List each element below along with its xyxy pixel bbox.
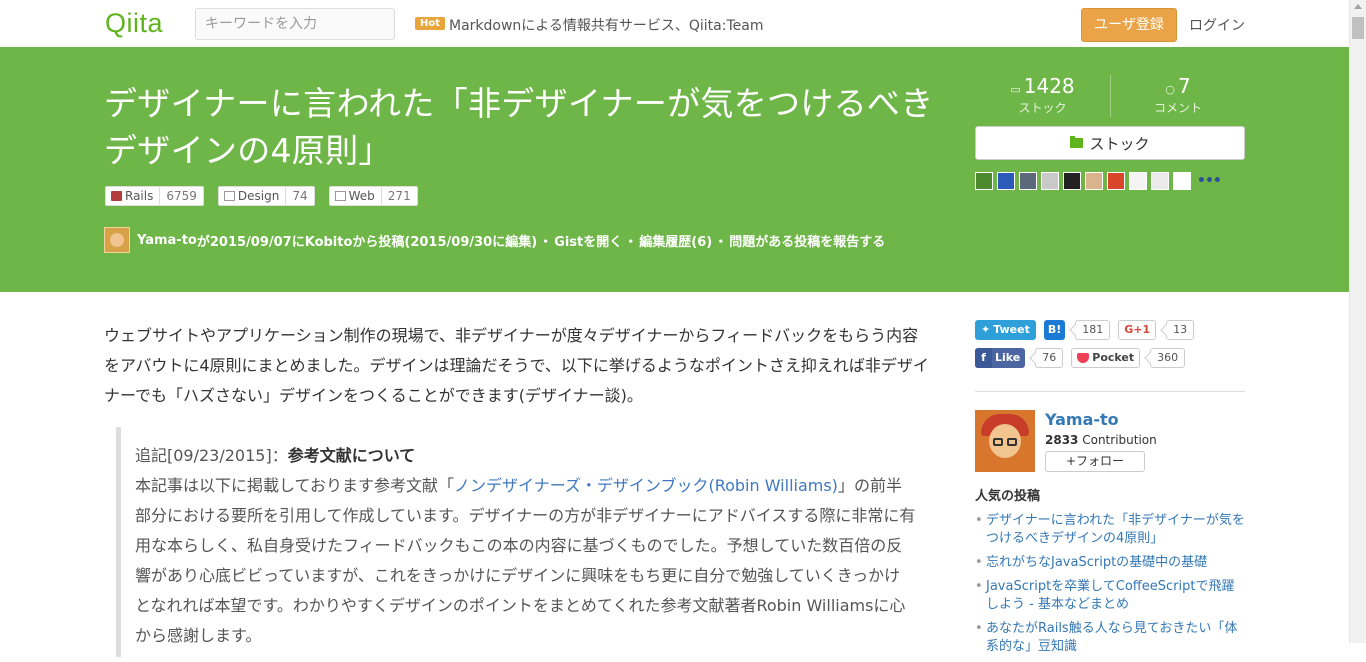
author-link[interactable]: Yama-to bbox=[137, 233, 197, 248]
stocker-avatar[interactable] bbox=[1085, 172, 1103, 190]
tag-count: 6759 bbox=[159, 187, 203, 205]
signup-button[interactable]: ユーザ登録 bbox=[1081, 8, 1177, 42]
login-link[interactable]: ログイン bbox=[1189, 15, 1245, 35]
scrollbar-thumb[interactable] bbox=[1352, 17, 1364, 39]
facebook-icon: f bbox=[975, 348, 992, 368]
stocker-avatars: ••• bbox=[975, 172, 1222, 190]
popular-post-link[interactable]: デザイナーに言われた「非デザイナーが気をつけるべきデザインの4原則」 bbox=[975, 512, 1245, 548]
tag-icon bbox=[223, 191, 235, 201]
stocker-avatar[interactable] bbox=[1041, 172, 1059, 190]
tag-rails[interactable]: Rails 6759 bbox=[105, 186, 204, 206]
google-plus-button[interactable]: G+1 bbox=[1118, 320, 1157, 340]
comment-icon: ○ bbox=[1165, 83, 1175, 96]
contribution-count: 2833 Contribution bbox=[1045, 433, 1157, 447]
folder-icon: ▭ bbox=[1010, 83, 1021, 96]
hatena-bookmark-button[interactable]: B! bbox=[1043, 320, 1066, 340]
scroll-up-arrow-icon[interactable] bbox=[1354, 4, 1362, 9]
hot-badge: Hot bbox=[415, 17, 446, 30]
qiita-logo[interactable]: Qiita bbox=[105, 8, 163, 39]
follow-button[interactable]: +フォロー bbox=[1045, 451, 1145, 472]
open-gist-link[interactable]: Gistを開く bbox=[554, 231, 622, 250]
separator: ・ bbox=[714, 234, 728, 250]
popular-posts-heading: 人気の投稿 bbox=[975, 489, 1041, 504]
stocker-avatar[interactable] bbox=[1019, 172, 1037, 190]
top-navbar: Qiita Hot Markdownによる情報共有サービス、Qiita:Team… bbox=[0, 0, 1349, 47]
tweet-button[interactable]: ✦ Tweet bbox=[975, 320, 1036, 340]
article-meta: Yama-to が2015/09/07にKobitoから投稿(2015/09/3… bbox=[104, 227, 885, 253]
popular-post-link[interactable]: 忘れがちなJavaScriptの基礎中の基礎 bbox=[975, 554, 1245, 572]
google-plus-count: 13 bbox=[1166, 320, 1195, 340]
article-title: デザイナーに言われた「非デザイナーが気をつけるべき デザインの4原則」 bbox=[104, 84, 934, 170]
pocket-icon bbox=[1077, 353, 1090, 363]
stock-button[interactable]: ストック bbox=[975, 126, 1245, 160]
tag-web[interactable]: Web 271 bbox=[328, 186, 418, 206]
rails-icon bbox=[111, 191, 122, 201]
twitter-icon: ✦ bbox=[981, 323, 991, 336]
popular-post-link[interactable]: JavaScriptを卒業してCoffeeScriptで飛躍しよう - 基本など… bbox=[975, 578, 1245, 614]
popular-post-link[interactable]: あなたがRails触る人なら見ておきたい「体系的な」豆知識 bbox=[975, 620, 1245, 656]
separator: ・ bbox=[624, 234, 638, 250]
stock-stat[interactable]: ▭ 1428 ストック bbox=[975, 75, 1110, 117]
qiita-team-link[interactable]: Markdownによる情報共有サービス、Qiita:Team bbox=[449, 15, 763, 35]
popular-posts: 人気の投稿 デザイナーに言われた「非デザイナーが気をつけるべきデザインの4原則」… bbox=[975, 485, 1245, 662]
stocker-avatar[interactable] bbox=[1063, 172, 1081, 190]
author-card: Yama-to 2833 Contribution +フォロー bbox=[975, 410, 1245, 472]
pocket-button[interactable]: Pocket bbox=[1071, 348, 1141, 368]
stocker-avatar[interactable] bbox=[1129, 172, 1147, 190]
article-stats: ▭ 1428 ストック ○ 7 コメント bbox=[975, 75, 1245, 117]
stocker-avatar[interactable] bbox=[1173, 172, 1191, 190]
comment-stat[interactable]: ○ 7 コメント bbox=[1110, 75, 1245, 117]
tag-count: 271 bbox=[380, 187, 417, 205]
tag-design[interactable]: Design 74 bbox=[217, 186, 315, 206]
sidebar-divider bbox=[975, 391, 1245, 392]
tag-count: 74 bbox=[285, 187, 313, 205]
tag-list: Rails 6759 Design 74 Web 271 bbox=[105, 186, 418, 206]
more-stockers-icon[interactable]: ••• bbox=[1197, 173, 1222, 189]
edit-history-link[interactable]: 編集履歴(6) bbox=[639, 231, 712, 250]
pocket-count: 360 bbox=[1150, 348, 1186, 368]
hatena-count: 181 bbox=[1075, 320, 1111, 340]
author-avatar[interactable] bbox=[104, 227, 130, 253]
tag-icon bbox=[334, 191, 346, 201]
author-name-link[interactable]: Yama-to bbox=[1045, 410, 1119, 429]
page-scrollbar[interactable] bbox=[1349, 0, 1366, 643]
search-input[interactable] bbox=[195, 8, 395, 40]
stocker-avatar[interactable] bbox=[1107, 172, 1125, 190]
separator: ・ bbox=[539, 234, 553, 250]
author-avatar-large[interactable] bbox=[975, 410, 1035, 472]
folder-icon bbox=[1070, 136, 1084, 148]
addendum-blockquote: 追記[09/23/2015]：参考文献について 本記事は以下に掲載しております参… bbox=[116, 427, 916, 657]
stocker-avatar[interactable] bbox=[1151, 172, 1169, 190]
social-share-panel: ✦ Tweet B! 181 G+1 13 f Like 76 Pocket 360 bbox=[975, 320, 1245, 376]
reference-book-link[interactable]: ノンデザイナーズ・デザインブック(Robin Williams) bbox=[454, 476, 838, 495]
stocker-avatar[interactable] bbox=[997, 172, 1015, 190]
report-link[interactable]: 問題がある投稿を報告する bbox=[729, 231, 885, 250]
facebook-like-count: 76 bbox=[1035, 348, 1064, 368]
article-intro: ウェブサイトやアプリケーション制作の現場で、非デザイナーが度々デザイナーからフィ… bbox=[104, 326, 929, 405]
posted-info: が2015/09/07にKobitoから投稿(2015/09/30に編集) bbox=[196, 234, 538, 250]
facebook-like-button[interactable]: f Like bbox=[975, 348, 1026, 368]
stocker-avatar[interactable] bbox=[975, 172, 993, 190]
